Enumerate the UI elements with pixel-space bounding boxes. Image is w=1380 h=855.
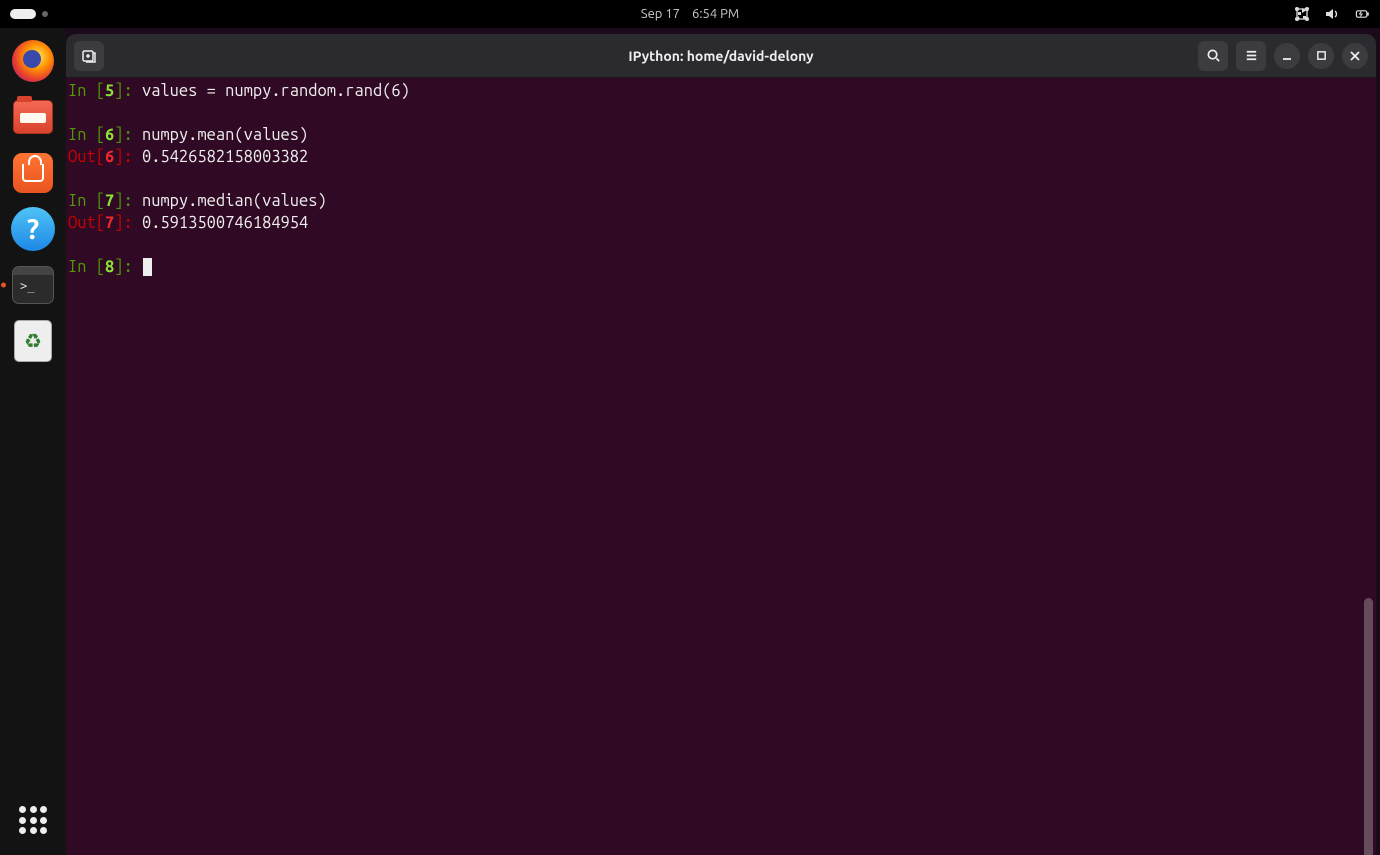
minimize-button[interactable] [1274, 43, 1300, 69]
time-label: 6:54 PM [692, 7, 739, 21]
terminal-line [68, 168, 1374, 190]
terminal-line [68, 102, 1374, 124]
scrollbar[interactable] [1364, 598, 1373, 855]
terminal-window: IPython: home/david-delony In [5]: value… [66, 34, 1376, 855]
help-icon: ? [11, 207, 55, 251]
clock[interactable]: Sep 17 6:54 PM [641, 7, 739, 21]
terminal-line: Out[7]: 0.5913500746184954 [68, 212, 1374, 234]
dock-item-apps[interactable] [10, 797, 56, 843]
dock-item-trash[interactable]: ♻ [10, 318, 56, 364]
terminal-icon [12, 266, 54, 304]
workspace-dot [42, 11, 48, 17]
volume-icon[interactable] [1324, 6, 1340, 22]
dock-item-firefox[interactable] [10, 38, 56, 84]
search-button[interactable] [1198, 41, 1228, 71]
terminal-line: In [6]: numpy.mean(values) [68, 124, 1374, 146]
maximize-button[interactable] [1308, 43, 1334, 69]
terminal-line: In [8]: [68, 256, 1374, 278]
activities-indicator[interactable] [10, 9, 48, 19]
window-title: IPython: home/david-delony [628, 48, 813, 64]
terminal-body[interactable]: In [5]: values = numpy.random.rand(6) In… [66, 78, 1376, 855]
terminal-line: Out[6]: 0.5426582158003382 [68, 146, 1374, 168]
menu-button[interactable] [1236, 41, 1266, 71]
dock-item-help[interactable]: ? [10, 206, 56, 252]
terminal-line [68, 234, 1374, 256]
system-tray[interactable] [1294, 6, 1370, 22]
dock-item-files[interactable] [10, 94, 56, 140]
terminal-line: In [5]: values = numpy.random.rand(6) [68, 80, 1374, 102]
terminal-line: In [7]: numpy.median(values) [68, 190, 1374, 212]
dock: ? ♻ [0, 28, 66, 855]
battery-icon[interactable] [1354, 6, 1370, 22]
files-icon [13, 100, 53, 134]
new-tab-button[interactable] [74, 41, 104, 71]
close-button[interactable] [1342, 43, 1368, 69]
apps-grid-icon [13, 800, 53, 840]
dock-item-terminal[interactable] [10, 262, 56, 308]
dock-item-software[interactable] [10, 150, 56, 196]
firefox-icon [12, 40, 54, 82]
trash-icon: ♻ [14, 320, 52, 362]
top-bar: Sep 17 6:54 PM [0, 0, 1380, 28]
terminal-header: IPython: home/david-delony [66, 34, 1376, 78]
activities-pill [10, 9, 36, 19]
software-icon [13, 153, 53, 193]
cursor [143, 258, 152, 276]
date-label: Sep 17 [641, 7, 680, 21]
network-icon[interactable] [1294, 6, 1310, 22]
